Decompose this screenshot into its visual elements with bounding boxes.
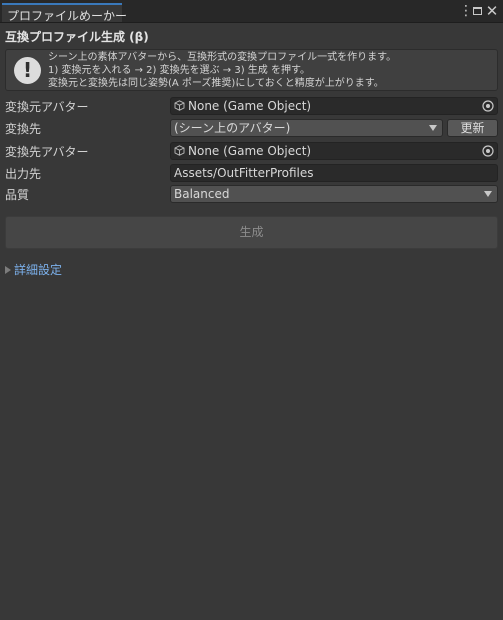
- quality-dropdown-value: Balanced: [174, 187, 230, 201]
- window-tab[interactable]: プロファイルめーかー: [2, 3, 127, 23]
- generate-button[interactable]: 生成: [5, 216, 498, 249]
- chevron-right-icon: [5, 265, 11, 274]
- kebab-menu-icon[interactable]: ⋮: [459, 3, 473, 19]
- info-icon: !: [14, 57, 41, 84]
- help-line: 1) 変換元を入れる → 2) 変換先を選ぶ → 3) 生成 を押す。: [48, 65, 310, 76]
- help-text: シーン上の素体アバターから、互換形式の変換プロファイル一式を作ります。 1) 変…: [48, 51, 396, 90]
- close-icon[interactable]: ✕: [485, 3, 499, 19]
- tab-bar: プロファイルめーかー ⋮ ✕: [0, 0, 503, 23]
- game-object-icon: [174, 145, 185, 156]
- chevron-down-icon: [484, 191, 492, 197]
- target-dropdown[interactable]: (シーン上のアバター): [170, 119, 443, 137]
- advanced-settings-foldout[interactable]: 詳細設定: [5, 261, 62, 277]
- object-picker-icon[interactable]: [482, 100, 494, 112]
- target-avatar-label: 変換先アバター: [5, 145, 89, 159]
- help-line: シーン上の素体アバターから、互換形式の変換プロファイル一式を作ります。: [48, 52, 397, 63]
- quality-dropdown[interactable]: Balanced: [170, 185, 498, 203]
- window-tab-label: プロファイルめーかー: [7, 9, 128, 23]
- maximize-icon[interactable]: [473, 4, 483, 18]
- source-avatar-label: 変換元アバター: [5, 100, 89, 114]
- target-avatar-field[interactable]: None (Game Object): [170, 142, 498, 160]
- target-dropdown-value: (シーン上のアバター): [174, 121, 291, 135]
- page-title: 互換プロファイル生成 (β): [5, 30, 149, 44]
- object-picker-icon[interactable]: [482, 145, 494, 157]
- output-path-input[interactable]: Assets/OutFitterProfiles: [170, 164, 498, 182]
- game-object-icon: [174, 100, 185, 111]
- output-path-value: Assets/OutFitterProfiles: [174, 166, 314, 180]
- target-avatar-value: None (Game Object): [188, 144, 312, 158]
- source-avatar-value: None (Game Object): [188, 99, 312, 113]
- output-label: 出力先: [5, 167, 42, 181]
- chevron-down-icon: [429, 125, 437, 131]
- refresh-button[interactable]: 更新: [447, 119, 498, 137]
- quality-label: 品質: [5, 188, 30, 202]
- help-line: 変換元と変換先は同じ姿勢(A ポーズ推奨)にしておくと精度が上がります。: [48, 78, 384, 89]
- advanced-settings-label: 詳細設定: [14, 263, 63, 277]
- target-label: 変換先: [5, 122, 42, 136]
- help-box: ! シーン上の素体アバターから、互換形式の変換プロファイル一式を作ります。 1)…: [5, 49, 498, 91]
- source-avatar-field[interactable]: None (Game Object): [170, 97, 498, 115]
